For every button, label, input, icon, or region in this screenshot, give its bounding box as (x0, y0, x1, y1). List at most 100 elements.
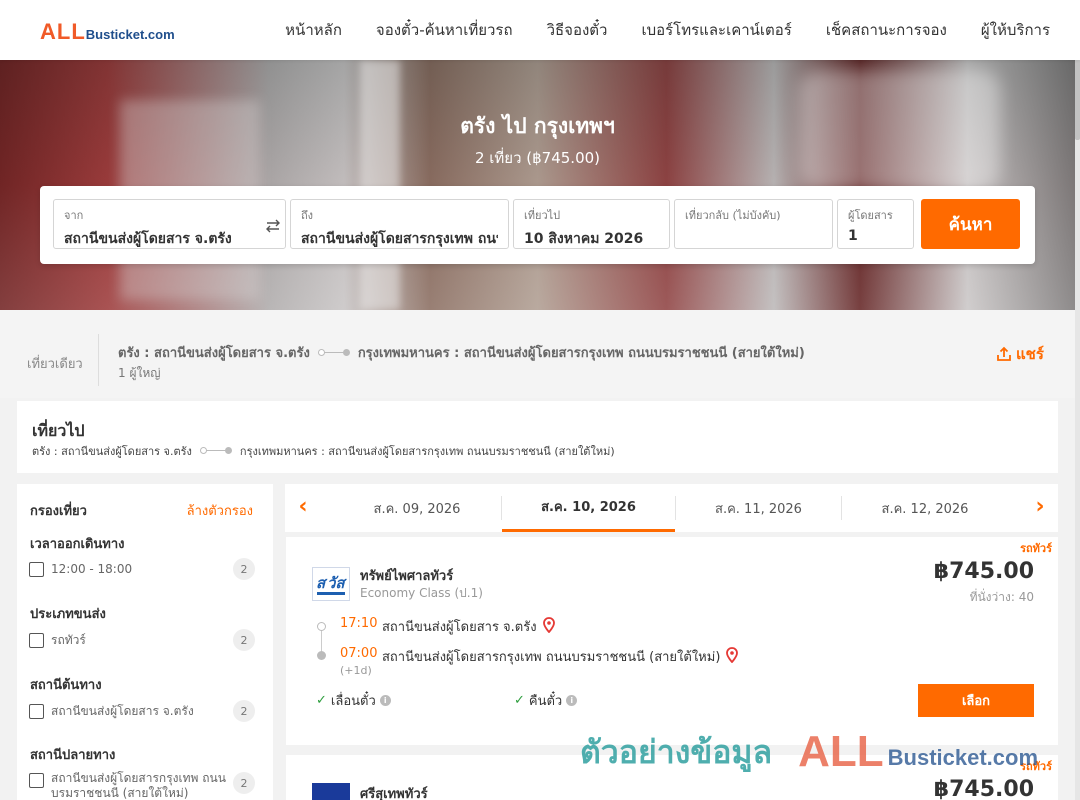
pax-value: 1 (848, 228, 858, 244)
check-icon: ✓ (316, 693, 327, 708)
filter-title: กรองเที่ยว (30, 504, 87, 519)
filter-option-label: สถานีขนส่งผู้โดยสาร จ.ตรัง (51, 703, 194, 718)
feature-label: เลื่อนตั๋ว (330, 694, 376, 709)
feature-refund: ✓ คืนตั๋ว i (514, 690, 578, 711)
logo-all-text: ALL (40, 19, 86, 44)
arrival-stop: สถานีขนส่งผู้โดยสารกรุงเทพ ถนนบรมราชชนนี… (382, 646, 739, 667)
info-icon[interactable]: i (379, 695, 391, 706)
operator-name: ทรัพย์ไพศาลทัวร์ (360, 569, 454, 584)
timeline-origin-dot (317, 622, 326, 631)
filter-count-badge: 2 (233, 772, 255, 794)
nav-contact[interactable]: เบอร์โทรและเคาน์เตอร์ (641, 18, 791, 42)
nav-how-to-book[interactable]: วิธีจองตั๋ว (547, 18, 608, 42)
date-tab[interactable]: ส.ค. 09, 2026 (333, 484, 501, 532)
filter-option-destination[interactable]: สถานีขนส่งผู้โดยสารกรุงเทพ ถนนบรมราชชนนี… (29, 771, 255, 800)
passenger-field[interactable]: ผู้โดยสาร 1 (837, 199, 914, 249)
search-button[interactable]: ค้นหา (921, 199, 1020, 249)
next-date-arrow-icon[interactable]: › (1030, 494, 1050, 520)
arrival-stop-name: สถานีขนส่งผู้โดยสารกรุงเทพ ถนนบรมราชชนนี… (382, 650, 721, 665)
hero-banner: ตรัง ไป กรุงเทพฯ 2 เที่ยว (฿745.00) (0, 60, 1075, 310)
filter-count-badge: 2 (233, 629, 255, 651)
check-icon: ✓ (514, 693, 525, 708)
checkbox[interactable] (29, 561, 44, 577)
vehicle-type-tag: รถทัวร์ (1020, 542, 1052, 555)
summary-passengers: 1 ผู้ใหญ่ (118, 366, 161, 380)
route-connector-icon (317, 348, 350, 357)
outbound-from: ตรัง : สถานีขนส่งผู้โดยสาร จ.ตรัง (32, 445, 192, 458)
filter-group-title: สถานีต้นทาง (30, 678, 102, 693)
swap-icon[interactable] (263, 216, 283, 236)
filter-option-transport[interactable]: รถทัวร์ 2 (29, 629, 255, 651)
logo-rest-text: Busticket.com (85, 27, 175, 42)
outbound-section: เที่ยวไป ตรัง : สถานีขนส่งผู้โดยสาร จ.ตร… (17, 401, 1058, 473)
nav-operators[interactable]: ผู้ให้บริการ (981, 18, 1050, 42)
checkbox[interactable] (29, 632, 44, 648)
filter-group-title: สถานีปลายทาง (30, 748, 116, 763)
divider (98, 334, 99, 386)
route-connector-icon (199, 447, 232, 455)
from-value: สถานีขนส่งผู้โดยสาร จ.ตรัง (64, 231, 232, 247)
info-icon[interactable]: i (566, 695, 578, 706)
outbound-route: ตรัง : สถานีขนส่งผู้โดยสาร จ.ตรัง กรุงเท… (32, 442, 615, 460)
operator-name: ศรีสุเทพทัวร์ (360, 787, 428, 800)
share-button[interactable]: แชร์ (996, 342, 1044, 366)
feature-reschedule: ✓ เลื่อนตั๋ว i (316, 690, 391, 711)
filter-option-origin[interactable]: สถานีขนส่งผู้โดยสาร จ.ตรัง 2 (29, 700, 255, 722)
main-nav: หน้าหลัก จองตั๋ว-ค้นหาเที่ยวรถ วิธีจองตั… (285, 0, 1050, 60)
date-tab[interactable]: ส.ค. 12, 2026 (842, 484, 1008, 532)
arrival-time: 07:00 (340, 646, 378, 661)
to-field[interactable]: ถึง สถานีขนส่งผู้โดยสารกรุงเทพ ถนนบรมราช… (290, 199, 509, 249)
pax-label: ผู้โดยสาร (848, 209, 893, 222)
trip-summary: เที่ยวเดียว ตรัง : สถานีขนส่งผู้โดยสาร จ… (0, 310, 1075, 398)
from-field[interactable]: จาก สถานีขนส่งผู้โดยสาร จ.ตรัง (53, 199, 286, 249)
checkbox[interactable] (29, 703, 44, 719)
vehicle-type-tag: รถทัวร์ (1020, 760, 1052, 773)
prev-date-arrow-icon[interactable]: ‹ (293, 494, 313, 520)
share-label: แชร์ (1016, 345, 1044, 363)
trip-price: ฿745.00 (933, 777, 1034, 800)
depart-label: เที่ยวไป (524, 209, 561, 222)
checkbox[interactable] (29, 773, 44, 788)
map-pin-icon[interactable] (726, 646, 739, 667)
route-subtitle: 2 เที่ยว (฿745.00) (474, 149, 601, 167)
return-date-field[interactable]: เที่ยวกลับ (ไม่บังคับ) (674, 199, 833, 249)
date-tab-active[interactable]: ส.ค. 10, 2026 (502, 484, 675, 532)
outbound-to: กรุงเทพมหานคร : สถานีขนส่งผู้โดยสารกรุงเ… (239, 445, 615, 458)
filter-count-badge: 2 (233, 558, 255, 580)
filter-option-label: รถทัวร์ (51, 632, 86, 647)
date-tab[interactable]: ส.ค. 11, 2026 (676, 484, 841, 532)
return-label: เที่ยวกลับ (ไม่บังคับ) (685, 209, 781, 222)
trip-price: ฿745.00 (933, 559, 1034, 584)
trip-card: รถทัวร์ ศรีสุเทพทัวร์ ฿745.00 (286, 755, 1058, 800)
select-trip-button[interactable]: เลือก (918, 684, 1034, 717)
depart-date-field[interactable]: เที่ยวไป 10 สิงหาคม 2026 (513, 199, 670, 249)
clear-filter-link[interactable]: ล้างตัวกรอง (187, 500, 253, 521)
seats-available: ที่นั่งว่าง: 40 (969, 590, 1034, 604)
departure-stop: สถานีขนส่งผู้โดยสาร จ.ตรัง (382, 616, 555, 637)
summary-to: กรุงเทพมหานคร : สถานีขนส่งผู้โดยสารกรุงเ… (357, 346, 805, 361)
depart-value: 10 สิงหาคม 2026 (524, 231, 644, 247)
day-offset: (+1d) (340, 664, 372, 677)
search-box: จาก สถานีขนส่งผู้โดยสาร จ.ตรัง ถึง สถานี… (40, 186, 1035, 264)
service-class: Economy Class (ป.1) (360, 586, 483, 600)
site-logo[interactable]: ALL Busticket.com (40, 19, 175, 45)
hero-background-shape (360, 60, 400, 310)
from-label: จาก (64, 209, 84, 222)
nav-book-search[interactable]: จองตั๋ว-ค้นหาเที่ยวรถ (376, 18, 513, 42)
filter-panel: กรองเที่ยว ล้างตัวกรอง เวลาออกเดินทาง 12… (17, 484, 273, 800)
map-pin-icon[interactable] (542, 616, 555, 637)
nav-home[interactable]: หน้าหลัก (285, 18, 342, 42)
share-icon (997, 346, 1011, 361)
operator-logo (312, 783, 350, 800)
filter-group-title: เวลาออกเดินทาง (30, 537, 125, 552)
route-title: ตรัง ไป กรุงเทพฯ (460, 114, 615, 138)
date-selector: ‹ ส.ค. 09, 2026 ส.ค. 10, 2026 ส.ค. 11, 2… (285, 484, 1058, 532)
filter-option-time[interactable]: 12:00 - 18:00 2 (29, 558, 255, 580)
svg-text:วัส: วัส (327, 574, 347, 592)
filter-option-label: สถานีขนส่งผู้โดยสารกรุงเทพ ถนนบรมราชชนนี… (51, 771, 226, 800)
feature-label: คืนตั๋ว (528, 694, 563, 709)
departure-time: 17:10 (340, 616, 378, 631)
nav-check-status[interactable]: เช็คสถานะการจอง (826, 18, 947, 42)
filter-count-badge: 2 (233, 700, 255, 722)
to-label: ถึง (301, 209, 314, 222)
